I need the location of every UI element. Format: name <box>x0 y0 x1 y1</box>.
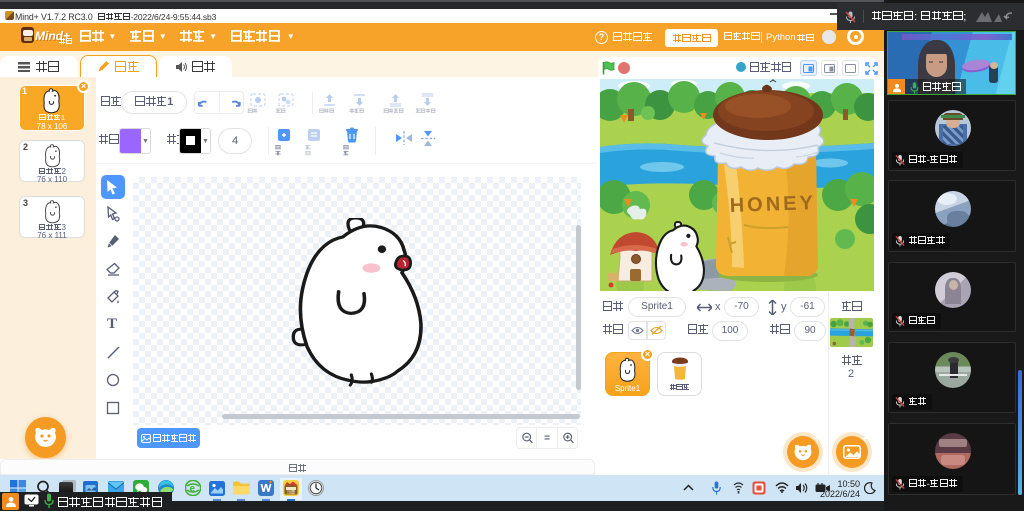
svg-text:e: e <box>190 484 196 495</box>
svg-text:迅雷: 迅雷 <box>287 489 295 495</box>
svg-text:HONEY: HONEY <box>729 192 816 217</box>
